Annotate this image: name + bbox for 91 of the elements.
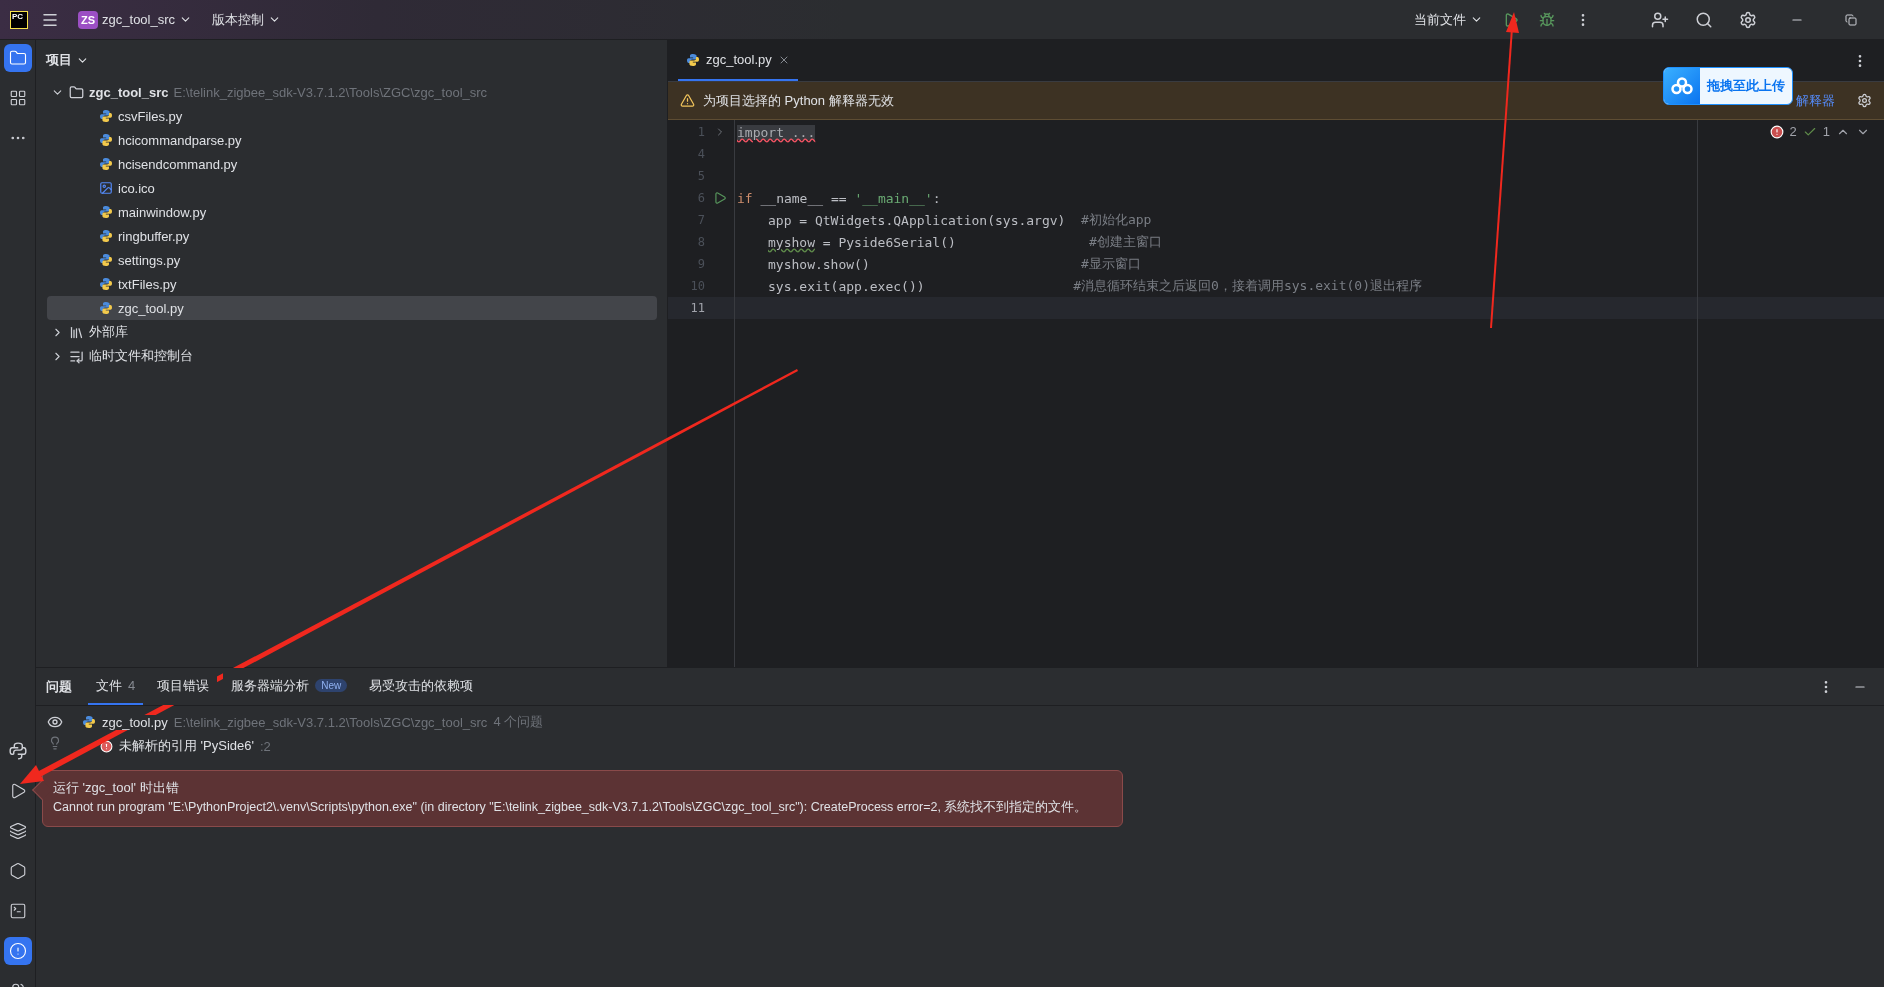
warning-icon bbox=[680, 93, 695, 108]
code-text: app = QtWidgets.QApplication(sys.argv) bbox=[767, 212, 1067, 228]
code-comment: #初始化app bbox=[1081, 211, 1152, 229]
run-gutter-icon[interactable] bbox=[712, 191, 727, 205]
banner-text: 为项目选择的 Python 解释器无效 bbox=[703, 91, 894, 110]
tree-item[interactable]: zgc_tool.py bbox=[47, 296, 657, 320]
tree-item[interactable]: hcisendcommand.py bbox=[47, 152, 657, 176]
app-logo[interactable]: PC bbox=[10, 10, 28, 29]
scratch-icon bbox=[69, 348, 84, 364]
warning-count[interactable]: 1 bbox=[1822, 124, 1830, 139]
error-icon bbox=[1769, 124, 1784, 139]
file-name: 临时文件和控制台 bbox=[89, 347, 193, 365]
file-name: txtFiles.py bbox=[118, 276, 177, 292]
file-path: E:\telink_zigbee_sdk-V3.7.1.2\Tools\ZGC\zgc_tool_src bbox=[173, 714, 488, 730]
code-text: import ... bbox=[736, 124, 816, 140]
python-file-icon bbox=[686, 52, 700, 67]
file-name: 外部库 bbox=[89, 323, 128, 341]
cloud-icon bbox=[1671, 77, 1693, 95]
services-icon[interactable] bbox=[8, 862, 27, 880]
file-path: E:\telink_zigbee_sdk-V3.7.1.2\Tools\ZGC\zgc_tool_src bbox=[173, 84, 488, 100]
code-comment: #显示窗口 bbox=[1081, 255, 1141, 273]
tree-item[interactable]: csvFiles.py bbox=[47, 104, 657, 128]
new-badge: New bbox=[315, 679, 348, 692]
problems-icon[interactable] bbox=[8, 942, 27, 960]
python-file-icon bbox=[82, 715, 96, 729]
folder-button[interactable] bbox=[3, 44, 32, 72]
file-name: zgc_tool.py bbox=[118, 300, 184, 316]
interpreter-link[interactable]: 解释器 bbox=[1796, 91, 1835, 110]
code-text: if __name__ == '__main__': bbox=[736, 190, 941, 206]
python-file-icon bbox=[99, 301, 113, 315]
settings-icon[interactable] bbox=[1739, 10, 1757, 29]
tree-item[interactable]: mainwindow.py bbox=[47, 200, 657, 224]
tree-item[interactable]: 临时文件和控制台 bbox=[47, 344, 657, 368]
file-name: mainwindow.py bbox=[118, 204, 207, 220]
python-file-icon bbox=[99, 109, 113, 123]
error-count[interactable]: 2 bbox=[1789, 124, 1797, 139]
notification-title: 运行 'zgc_tool' 时出错 bbox=[53, 779, 180, 797]
notification-message: Cannot run program "E:\PythonProject2\.venv\Scripts\python.exe" (in directory "E:\telink_zigbee_sdk-V3.7.1.2\Tools\ZGC\zgc_tool_src"): CreateProcess error=2, 系统找不到指定的文件。 bbox=[53, 799, 1089, 816]
file-name: hcicommandparse.py bbox=[118, 132, 242, 148]
vcs-dropdown[interactable]: 版本控制 bbox=[206, 6, 288, 33]
code-comment: #创建主窗口 bbox=[1088, 233, 1162, 251]
python-file-icon bbox=[99, 205, 113, 219]
eye-icon[interactable] bbox=[47, 714, 63, 730]
file-name: ringbuffer.py bbox=[118, 228, 190, 244]
add-user-icon[interactable] bbox=[1651, 10, 1669, 29]
problem-count: 4 个问题 bbox=[493, 713, 544, 731]
structure-icon[interactable] bbox=[8, 89, 27, 107]
play-icon[interactable] bbox=[1503, 11, 1519, 28]
code-text: myshow = Pyside6Serial() bbox=[767, 234, 957, 250]
tree-item[interactable]: 外部库 bbox=[47, 320, 657, 344]
problems-button[interactable] bbox=[3, 937, 32, 965]
project-dropdown[interactable]: ZS zgc_tool_src bbox=[72, 6, 199, 33]
code-comment: #消息循环结束之后返回0，接着调用sys.exit(0)退出程序 bbox=[1073, 277, 1422, 295]
tree-item[interactable]: txtFiles.py bbox=[47, 272, 657, 296]
lightbulb-icon[interactable] bbox=[48, 736, 62, 750]
terminal-icon[interactable] bbox=[8, 902, 27, 920]
search-icon[interactable] bbox=[1695, 10, 1713, 29]
tree-item[interactable]: hcicommandparse.py bbox=[47, 128, 657, 152]
problem-location: :2 bbox=[260, 738, 271, 754]
tree-item[interactable]: ringbuffer.py bbox=[47, 224, 657, 248]
image-file-icon bbox=[99, 181, 113, 195]
problem-text[interactable]: 未解析的引用 'PySide6' bbox=[119, 737, 254, 755]
python-file-icon bbox=[99, 277, 113, 291]
tree-item[interactable]: ico.ico bbox=[47, 176, 657, 200]
problems-title: 问题 bbox=[46, 677, 72, 696]
line-number: 11 bbox=[689, 301, 705, 315]
python-file-icon bbox=[99, 133, 113, 147]
code-text: sys.exit(app.exec()) bbox=[767, 278, 926, 294]
file-name: settings.py bbox=[118, 252, 181, 268]
python-file-icon bbox=[99, 157, 113, 171]
file-name: zgc_tool_src bbox=[89, 84, 169, 100]
restore-icon[interactable] bbox=[1845, 13, 1857, 26]
upload-widget[interactable]: 拖拽至此上传 bbox=[1663, 67, 1793, 105]
code-text: myshow.show() bbox=[767, 256, 871, 272]
python-file-icon bbox=[99, 229, 113, 243]
file-name: csvFiles.py bbox=[118, 108, 183, 124]
project-panel-title[interactable]: 项目 bbox=[46, 51, 89, 69]
tree-item[interactable]: zgc_tool_src E:\telink_zigbee_sdk-V3.7.1.2\Tools\ZGC\zgc_tool_src bbox=[47, 80, 657, 104]
bug-icon[interactable] bbox=[1539, 11, 1555, 28]
file-name: hcisendcommand.py bbox=[118, 156, 238, 172]
error-icon bbox=[100, 739, 113, 753]
layers-icon[interactable] bbox=[8, 822, 27, 840]
tree-item[interactable]: settings.py bbox=[47, 248, 657, 272]
python-file-icon bbox=[99, 253, 113, 267]
folder-icon bbox=[69, 84, 84, 100]
folder-icon[interactable] bbox=[8, 49, 27, 67]
library-icon bbox=[69, 324, 84, 340]
run-config-dropdown[interactable]: 当前文件 bbox=[1408, 6, 1489, 33]
file-name[interactable]: zgc_tool.py bbox=[102, 714, 168, 730]
file-name: ico.ico bbox=[118, 180, 155, 196]
settings-icon[interactable] bbox=[1857, 93, 1872, 108]
